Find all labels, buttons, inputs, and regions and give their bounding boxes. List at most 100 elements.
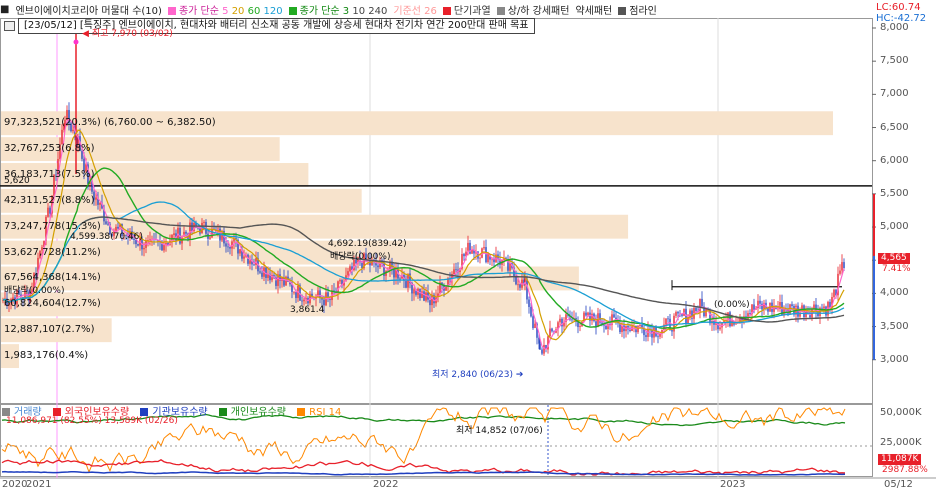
candle-body — [759, 300, 761, 304]
candle-body — [209, 237, 211, 239]
candle-body — [843, 262, 845, 268]
candle-body — [431, 294, 433, 306]
candle-body — [549, 328, 551, 337]
candle-body — [413, 289, 415, 294]
candle-body — [95, 197, 97, 200]
candle-body — [719, 327, 721, 330]
candle-body — [653, 327, 655, 338]
candle-body — [528, 299, 530, 307]
candle-body — [657, 336, 659, 338]
candle-body — [165, 243, 167, 245]
price-axis-label: 7,000 — [880, 88, 909, 100]
sub-legend-individual[interactable]: 개인보유수량 — [218, 407, 290, 418]
candle-body — [515, 276, 517, 285]
volume-profile-label: 12,887,107(2.7%) — [4, 324, 95, 336]
candle-body — [665, 318, 667, 325]
price-axis-label: 5,000 — [880, 221, 909, 233]
candle-body — [603, 324, 605, 326]
candle-body — [455, 269, 457, 271]
legend-short-overheat[interactable]: 단기과열 — [442, 2, 491, 17]
candle-body — [487, 254, 489, 263]
legend-ma-price[interactable]: 종가 단순 5 20 60 120 — [167, 2, 283, 17]
candle-body — [579, 326, 581, 328]
high-marker — [73, 39, 79, 45]
candle-body — [247, 254, 249, 264]
candle-body — [833, 289, 835, 297]
legend-updown[interactable]: 상/하 강세패턴 — [496, 2, 569, 17]
candle-body — [405, 280, 407, 288]
annotation-5: (0.00%) — [714, 300, 750, 310]
candle-body — [295, 291, 297, 299]
candle-body — [791, 304, 793, 306]
candle-body — [539, 343, 541, 350]
candle-body — [467, 242, 469, 252]
candle-body — [753, 304, 755, 310]
candle-body — [509, 263, 511, 271]
candle-body — [377, 265, 379, 268]
candle-body — [517, 284, 519, 286]
candle-body — [645, 335, 647, 337]
volume-profile-label: 1,983,176(0.4%) — [4, 350, 89, 362]
candle-body — [117, 226, 119, 229]
legend-weak[interactable]: 약세패턴 — [575, 2, 612, 17]
volume-profile-label: 53,627,728(11.2%) — [4, 246, 101, 258]
candle-body — [249, 260, 251, 264]
volume-profile-label: 32,767,253(6.8%) — [4, 143, 95, 155]
candle-body — [749, 313, 751, 315]
candle-body — [105, 221, 107, 224]
candle-body — [607, 324, 609, 329]
rsi-color-icon — [297, 408, 306, 416]
annotation-4: 3,861.4 — [290, 305, 325, 315]
candle-body — [493, 259, 495, 263]
candle-body — [532, 316, 534, 329]
legend-ma-volume[interactable]: 종가 단순 3 10 240 — [288, 2, 387, 17]
foreign-value-tag: 11,087K — [878, 454, 922, 465]
candle-body — [671, 329, 673, 332]
legend-title[interactable]: 엔브이에이치코리아 머물대 수(10) — [15, 2, 162, 17]
legend-dotline[interactable]: 점라인 — [618, 2, 657, 17]
legend-baseline[interactable]: 기준선 26 — [393, 2, 437, 17]
candle-body — [47, 207, 49, 217]
time-label-2020: 2020 — [2, 479, 28, 490]
candle-body — [731, 320, 733, 327]
time-label-2023: 2023 — [720, 479, 746, 490]
candle-body — [399, 278, 401, 280]
candle-body — [143, 247, 145, 250]
candle-body — [239, 249, 241, 254]
price-axis-label: 6,000 — [880, 154, 909, 166]
current-price-change: 7.41% — [882, 264, 911, 274]
candle-body — [429, 299, 431, 306]
news-icon[interactable] — [4, 21, 15, 31]
candle-body — [99, 202, 101, 205]
candle-body — [821, 307, 823, 309]
candle-body — [491, 259, 493, 261]
candle-body — [571, 319, 573, 321]
chart-settings-icon[interactable]: ■ — [0, 4, 9, 15]
candle-body — [149, 238, 151, 240]
candle-body — [189, 222, 191, 239]
annotation-1: 4,599.38(70.46) — [70, 232, 143, 242]
candle-body — [301, 300, 303, 302]
candle-body — [72, 129, 74, 132]
candle-body — [543, 344, 545, 354]
sub-low-annotation: 최저 14,852 (07/06) — [456, 426, 543, 436]
overheat-color-icon — [442, 6, 451, 15]
candle-body — [425, 292, 427, 301]
time-label-2022: 2022 — [373, 479, 399, 490]
candle-body — [463, 254, 465, 257]
candle-body — [347, 271, 349, 276]
candle-body — [339, 280, 341, 282]
candle-body — [469, 242, 471, 254]
candle-body — [49, 207, 51, 214]
candle-body — [203, 221, 205, 223]
price-axis-label: 4,000 — [880, 287, 909, 299]
candle-body — [115, 226, 117, 231]
price-axis-label: 7,500 — [880, 55, 909, 67]
candle-body — [534, 323, 536, 329]
candle-body — [303, 299, 305, 302]
sub-legend-rsi[interactable]: RSI 14 — [297, 407, 345, 418]
price-axis-label: 5,500 — [880, 187, 909, 199]
candle-body — [349, 266, 351, 272]
foreign-color-icon — [52, 408, 61, 416]
volume-profile-label: 67,564,368(14.1%) — [4, 272, 101, 284]
